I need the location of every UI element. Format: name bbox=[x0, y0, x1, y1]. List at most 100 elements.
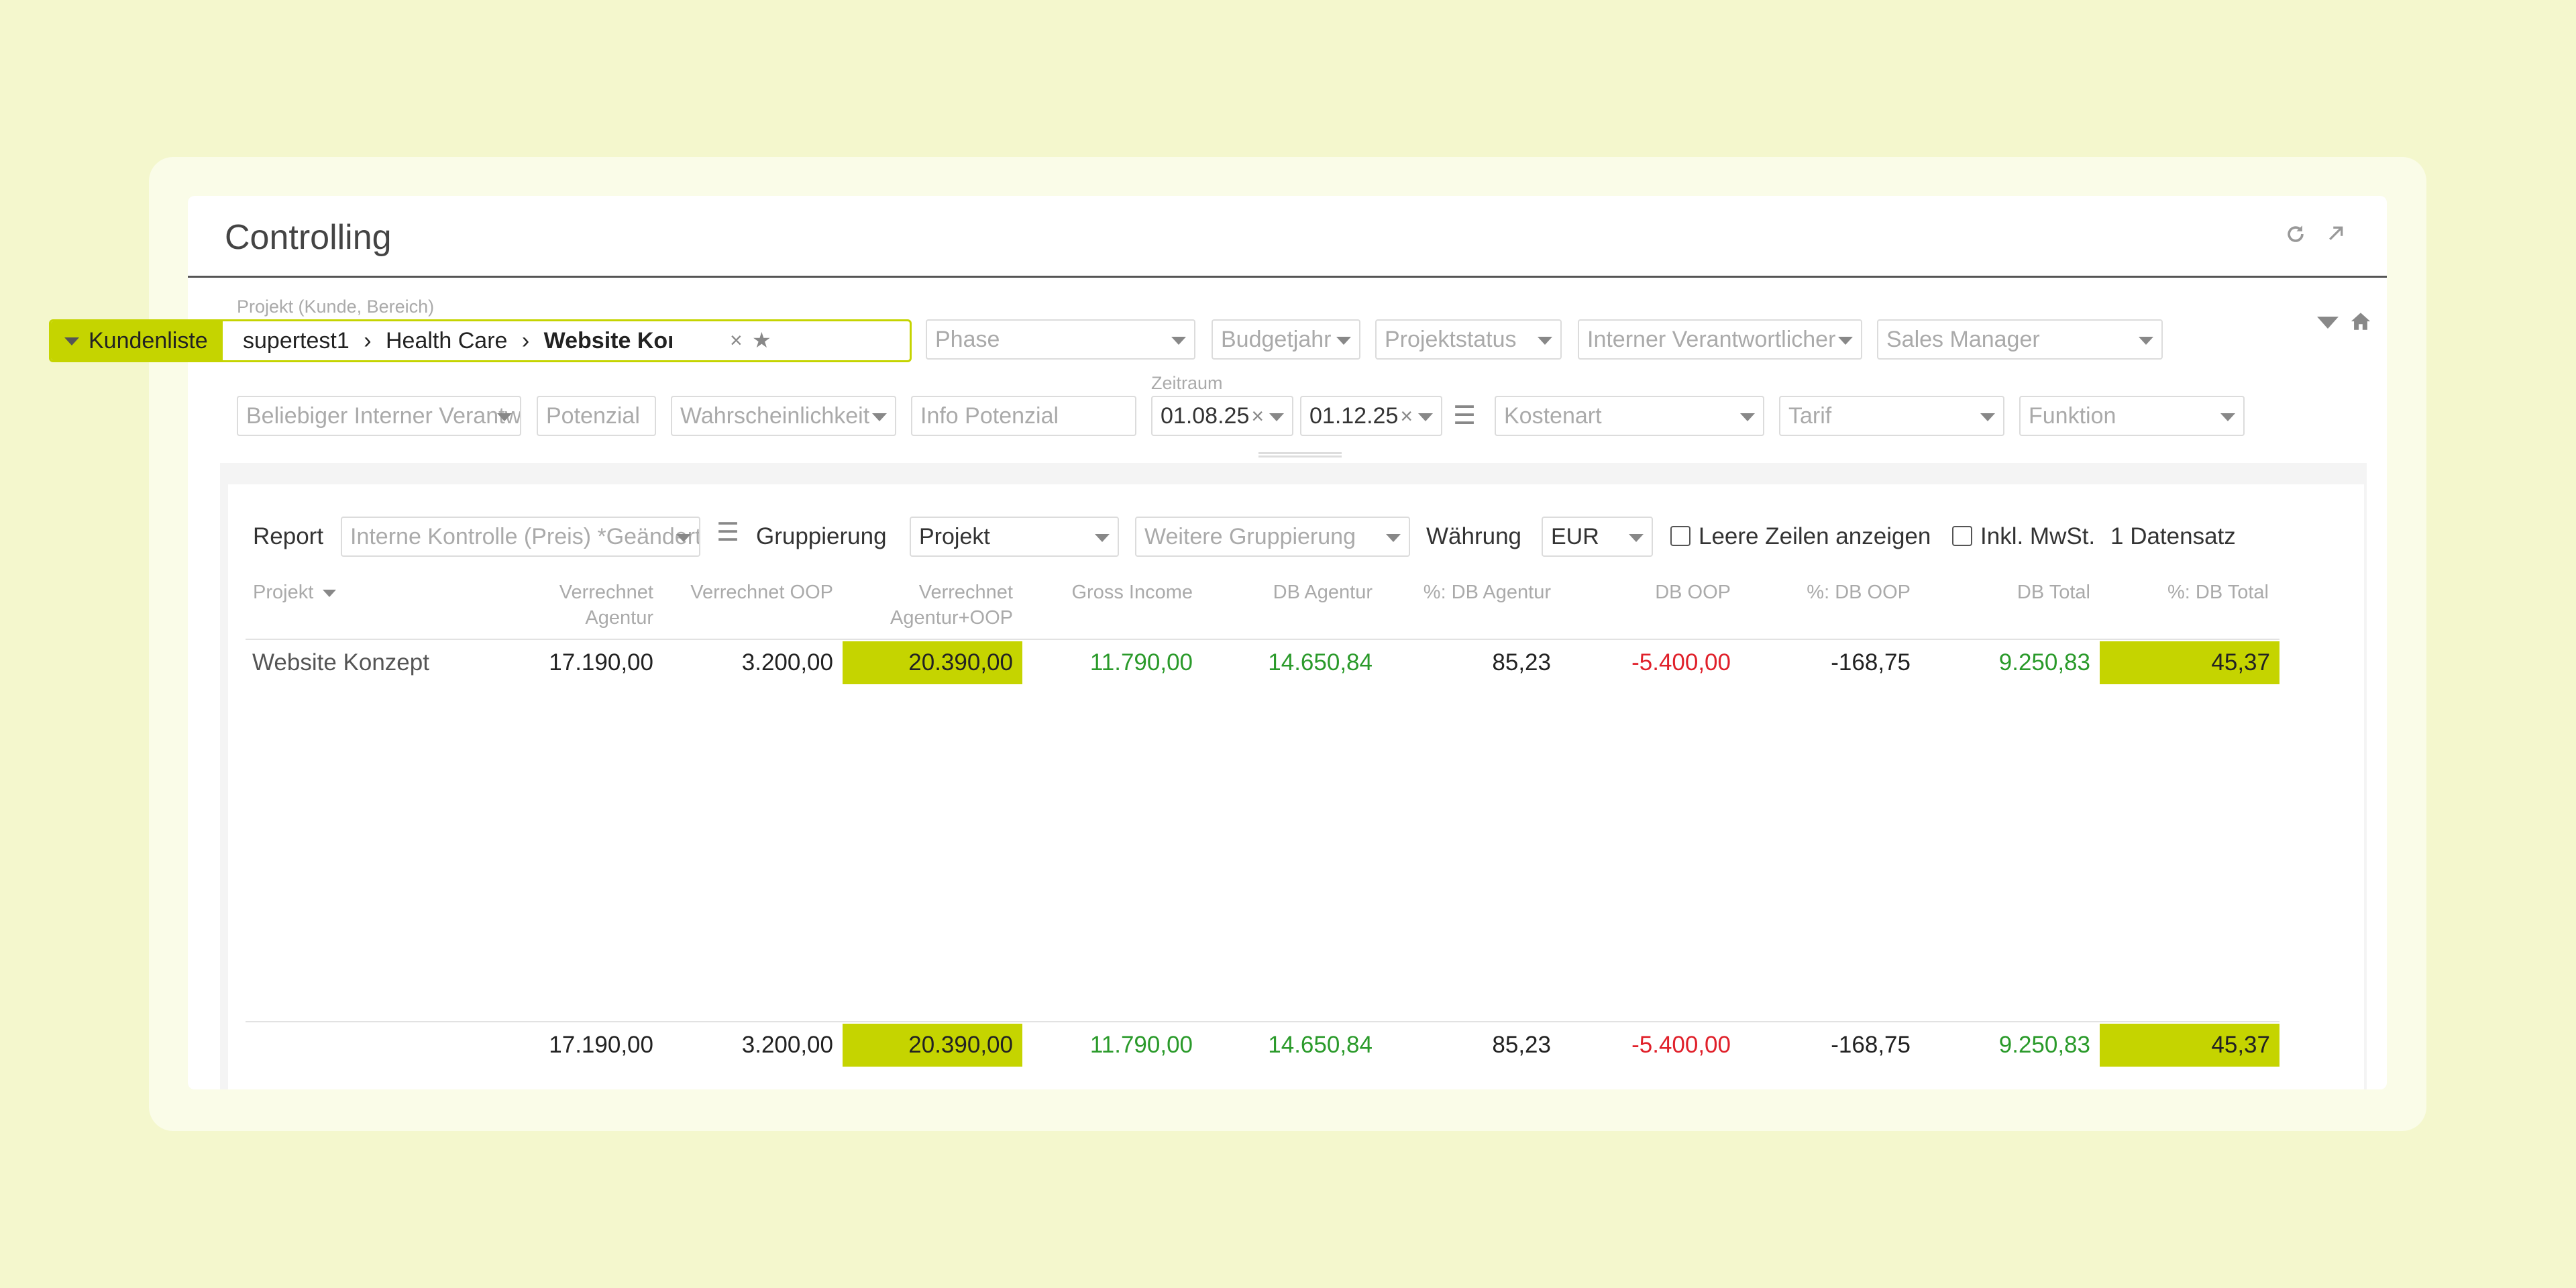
cell-pct-db-oop: -168,75 bbox=[1831, 649, 1911, 676]
column-header-db-oop[interactable]: DB OOP bbox=[1560, 580, 1731, 605]
clear-icon[interactable]: × bbox=[1251, 397, 1264, 435]
clear-icon[interactable]: × bbox=[1400, 397, 1413, 435]
sales-manager-placeholder: Sales Manager bbox=[1886, 327, 2040, 352]
menu-icon[interactable]: ☰ bbox=[1453, 402, 1476, 429]
chevron-down-icon bbox=[497, 413, 512, 421]
resize-handle[interactable] bbox=[1258, 452, 1342, 458]
leere-zeilen-checkbox[interactable] bbox=[1670, 526, 1690, 546]
chevron-down-icon bbox=[1386, 534, 1401, 542]
path-customer: supertest1 bbox=[243, 328, 350, 354]
project-filter-label: Projekt (Kunde, Bereich) bbox=[237, 297, 435, 317]
home-icon[interactable] bbox=[2349, 310, 2373, 334]
header-line: Verrechnet bbox=[918, 582, 1013, 603]
inkl-mwst-label: Inkl. MwSt. bbox=[1980, 523, 2096, 549]
header-line: %: DB Total bbox=[2167, 582, 2269, 603]
kostenart-placeholder: Kostenart bbox=[1504, 403, 1602, 429]
total-db-agentur: 14.650,84 bbox=[1268, 1032, 1373, 1058]
column-header-verrechnet-agentur-oop[interactable]: Verrechnet Agentur+OOP bbox=[843, 580, 1013, 631]
weitere-gruppierung-select[interactable]: Weitere Gruppierung bbox=[1135, 517, 1410, 557]
interner-verantwortlicher-select[interactable]: Interner Verantwortlicher bbox=[1578, 319, 1862, 360]
waehrung-value: EUR bbox=[1551, 524, 1599, 549]
header-line: %: DB Agentur bbox=[1423, 582, 1551, 603]
project-filter[interactable]: Kundenliste supertest1 › Health Care › W… bbox=[49, 319, 912, 362]
menu-icon[interactable]: ☰ bbox=[716, 519, 739, 546]
filter-toggle-icon[interactable] bbox=[2316, 314, 2340, 331]
total-verrechnet-agentur-oop: 20.390,00 bbox=[843, 1024, 1022, 1067]
beliebiger-placeholder: Beliebiger Interner Verantwortlicher bbox=[246, 403, 521, 429]
phase-select[interactable]: Phase bbox=[926, 319, 1195, 360]
info-potenzial-input[interactable]: Info Potenzial bbox=[911, 396, 1136, 436]
path-separator: › bbox=[364, 328, 372, 354]
chevron-down-icon bbox=[1629, 534, 1644, 542]
cell-gross-income: 11.790,00 bbox=[1089, 649, 1193, 676]
header-line: %: DB OOP bbox=[1807, 582, 1911, 603]
date-from-input[interactable]: 01.08.25 × bbox=[1151, 396, 1293, 436]
total-verrechnet-agentur: 17.190,00 bbox=[549, 1032, 653, 1058]
star-icon[interactable]: ★ bbox=[752, 321, 771, 359]
gruppierung-value: Projekt bbox=[919, 524, 990, 549]
total-divider bbox=[246, 1021, 2279, 1022]
wahrscheinlichkeit-placeholder: Wahrscheinlichkeit bbox=[680, 403, 870, 429]
sort-down-icon bbox=[323, 589, 337, 597]
header-line: Agentur bbox=[585, 607, 653, 629]
column-header-gross-income[interactable]: Gross Income bbox=[1022, 580, 1193, 605]
cell-pct-db-agentur: 85,23 bbox=[1492, 649, 1551, 676]
report-select[interactable]: Interne Kontrolle (Preis) *Geändert bbox=[341, 517, 700, 557]
clear-icon[interactable]: × bbox=[730, 321, 743, 359]
sales-manager-select[interactable]: Sales Manager bbox=[1877, 319, 2163, 360]
weitere-gruppierung-placeholder: Weitere Gruppierung bbox=[1144, 524, 1356, 549]
column-header-pct-db-oop[interactable]: %: DB OOP bbox=[1740, 580, 1911, 605]
cell-db-agentur: 14.650,84 bbox=[1268, 649, 1373, 676]
beliebiger-verantwortlicher-select[interactable]: Beliebiger Interner Verantwortlicher bbox=[237, 396, 521, 436]
column-header-pct-db-agentur[interactable]: %: DB Agentur bbox=[1381, 580, 1551, 605]
chevron-down-icon bbox=[2139, 337, 2153, 345]
total-pct-db-oop: -168,75 bbox=[1831, 1032, 1911, 1058]
cell-verrechnet-agentur-oop: 20.390,00 bbox=[843, 641, 1022, 684]
waehrung-select[interactable]: EUR bbox=[1542, 517, 1653, 557]
phase-placeholder: Phase bbox=[935, 327, 1000, 352]
chevron-down-icon bbox=[1838, 337, 1853, 345]
chevron-down-icon bbox=[64, 337, 79, 345]
inkl-mwst-checkbox[interactable] bbox=[1952, 526, 1972, 546]
header-line: DB OOP bbox=[1655, 582, 1731, 603]
total-pct-db-total: 45,37 bbox=[2100, 1024, 2279, 1067]
total-db-total: 9.250,83 bbox=[1998, 1032, 2090, 1058]
funktion-select[interactable]: Funktion bbox=[2019, 396, 2245, 436]
date-from-value: 01.08.25 bbox=[1161, 403, 1250, 429]
date-to-input[interactable]: 01.12.25 × bbox=[1300, 396, 1442, 436]
tarif-placeholder: Tarif bbox=[1788, 403, 1832, 429]
tarif-select[interactable]: Tarif bbox=[1779, 396, 2004, 436]
potenzial-input[interactable]: Potenzial bbox=[537, 396, 656, 436]
header-divider bbox=[246, 639, 2279, 640]
chevron-down-icon bbox=[1538, 337, 1552, 345]
total-gross-income: 11.790,00 bbox=[1089, 1032, 1193, 1058]
column-header-pct-db-total[interactable]: %: DB Total bbox=[2098, 580, 2269, 605]
projektstatus-placeholder: Projektstatus bbox=[1385, 327, 1517, 352]
budgetjahr-select[interactable]: Budgetjahr bbox=[1212, 319, 1360, 360]
header-line: Verrechnet bbox=[559, 582, 653, 603]
column-header-verrechnet-oop[interactable]: Verrechnet OOP bbox=[661, 580, 833, 605]
external-link-icon[interactable] bbox=[2322, 223, 2349, 250]
column-header-db-agentur[interactable]: DB Agentur bbox=[1201, 580, 1373, 605]
wahrscheinlichkeit-select[interactable]: Wahrscheinlichkeit bbox=[671, 396, 896, 436]
path-project: Website Konzept bbox=[543, 328, 672, 354]
date-to-value: 01.12.25 bbox=[1309, 403, 1399, 429]
header-line: Gross Income bbox=[1071, 582, 1193, 603]
budgetjahr-placeholder: Budgetjahr bbox=[1221, 327, 1332, 352]
cell-db-total: 9.250,83 bbox=[1998, 649, 2090, 676]
kostenart-select[interactable]: Kostenart bbox=[1495, 396, 1764, 436]
refresh-icon[interactable] bbox=[2282, 223, 2309, 250]
cell-verrechnet-agentur: 17.190,00 bbox=[549, 649, 653, 676]
info-potenzial-placeholder: Info Potenzial bbox=[920, 403, 1059, 429]
kundenliste-tag[interactable]: Kundenliste bbox=[51, 321, 223, 360]
record-count: 1 Datensatz bbox=[2110, 523, 2236, 549]
column-header-projekt[interactable]: Projekt bbox=[253, 580, 387, 605]
projektstatus-select[interactable]: Projektstatus bbox=[1375, 319, 1562, 360]
gruppierung-select[interactable]: Projekt bbox=[910, 517, 1119, 557]
panel-header: Controlling bbox=[188, 196, 2387, 278]
header-line: Verrechnet OOP bbox=[690, 582, 833, 603]
column-header-db-total[interactable]: DB Total bbox=[1919, 580, 2090, 605]
chevron-down-icon bbox=[1740, 413, 1755, 421]
cell-projekt[interactable]: Website Konzept bbox=[246, 641, 487, 684]
column-header-verrechnet-agentur[interactable]: Verrechnet Agentur bbox=[496, 580, 653, 631]
